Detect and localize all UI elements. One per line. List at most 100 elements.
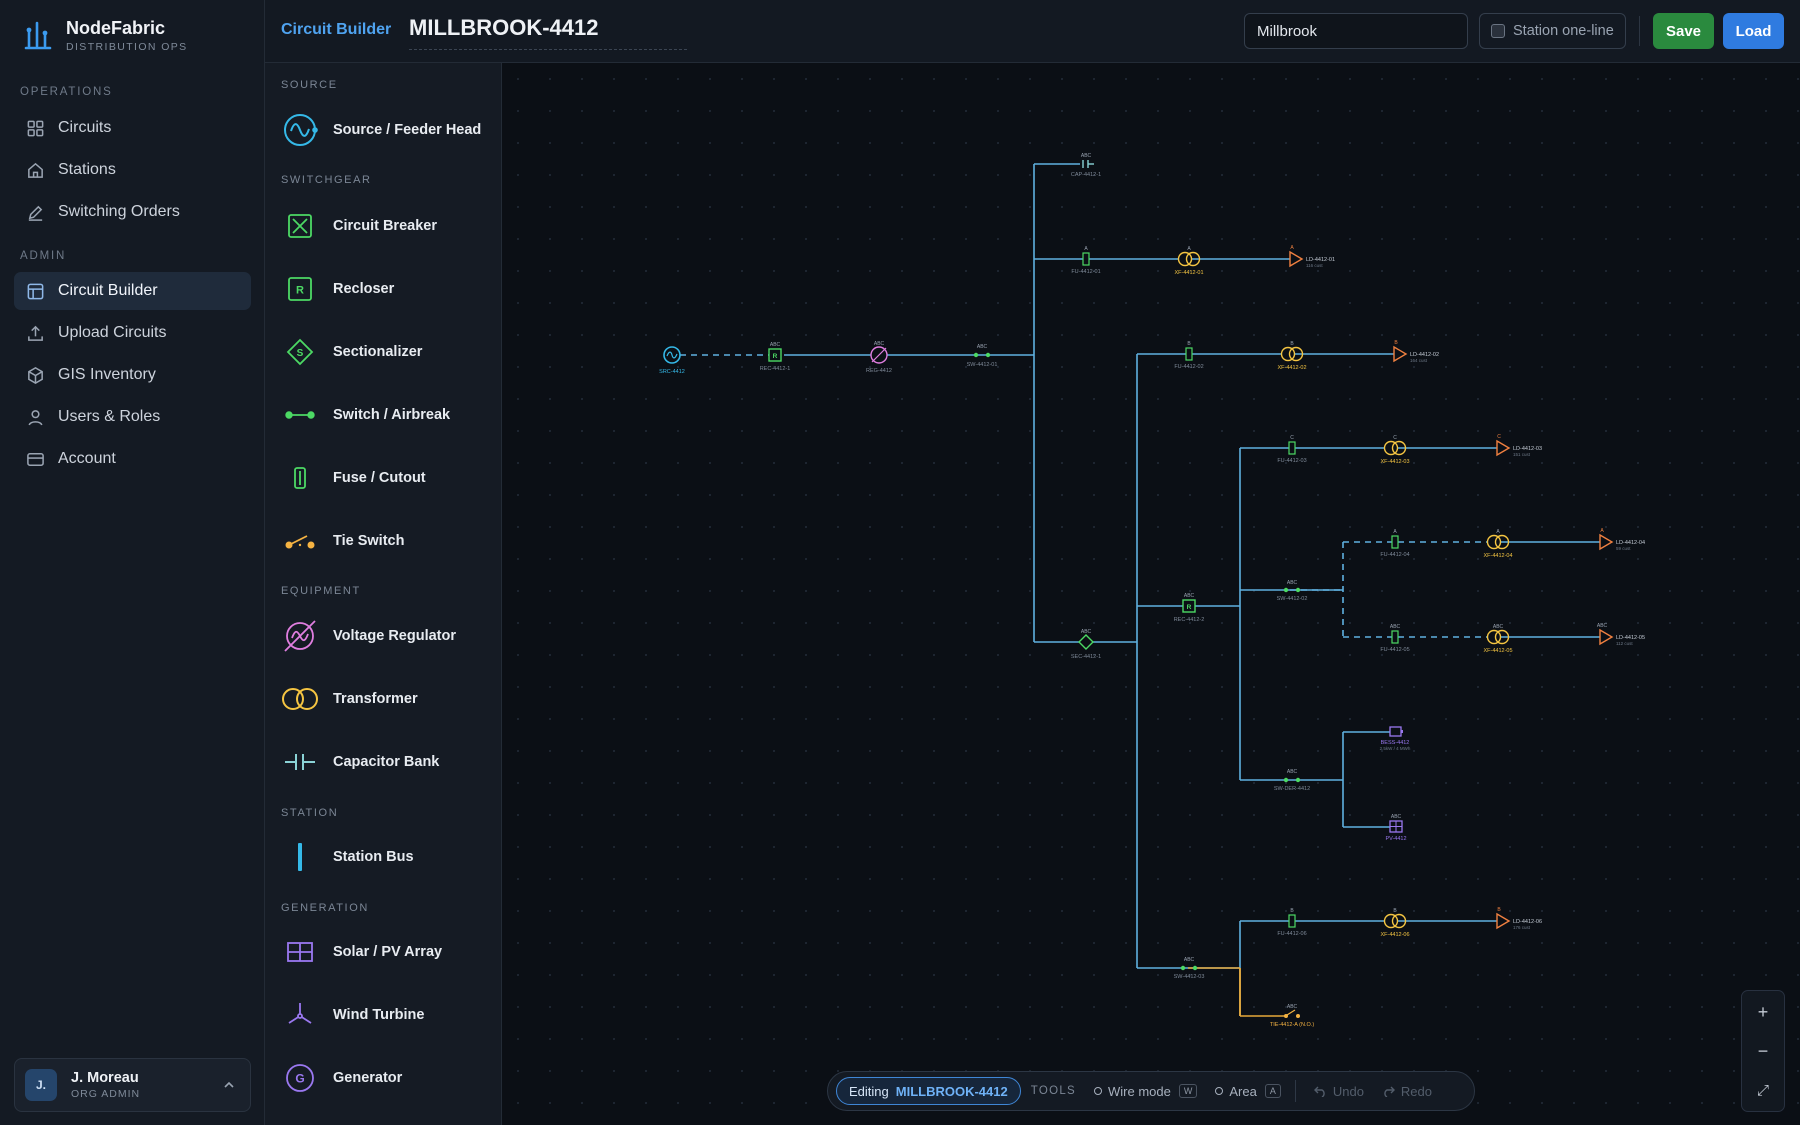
undo-label: Undo	[1332, 1083, 1364, 1099]
node-fuse-06[interactable]: B FU-4412-06	[1277, 908, 1306, 937]
node-bess[interactable]: BESS-4412 2.5kW / 4 MWh	[1380, 726, 1411, 751]
area-select-button[interactable]: Area A	[1215, 1084, 1281, 1099]
node-load-02[interactable]: B LD-4412-02 164 cust	[1393, 340, 1439, 363]
station-one-line-toggle[interactable]: Station one-line	[1479, 13, 1626, 49]
palette-item-solar-pv[interactable]: Solar / PV Array	[281, 932, 491, 972]
user-icon	[28, 409, 43, 425]
node-switch-01[interactable]: ABC SW-4412-01	[967, 344, 998, 368]
node-fuse-01[interactable]: A FU-4412-01	[1071, 246, 1100, 275]
station-one-line-checkbox[interactable]	[1491, 24, 1505, 38]
station-bus-icon	[298, 843, 302, 871]
nav-item-account[interactable]: Account	[14, 440, 251, 478]
circuit-canvas[interactable]: SRC-4412 R ABC REC-4412-1 ABC REG-4412 A…	[502, 63, 1800, 1125]
svg-text:FU-4412-05: FU-4412-05	[1380, 647, 1409, 653]
node-capacitor[interactable]: ABC CAP-4412-1	[1071, 153, 1101, 178]
node-fuse-03[interactable]: C FU-4412-03	[1277, 435, 1306, 464]
circuit-title[interactable]: MILLBROOK-4412	[409, 15, 687, 50]
svg-text:164 cust: 164 cust	[1410, 358, 1428, 363]
generator-icon: G	[286, 1064, 314, 1092]
palette-item-label: Source / Feeder Head	[333, 122, 482, 138]
node-fuse-04[interactable]: A FU-4412-04	[1380, 529, 1409, 558]
svg-text:FU-4412-04: FU-4412-04	[1380, 552, 1409, 558]
nav-item-upload-circuits[interactable]: Upload Circuits	[14, 314, 251, 352]
node-load-05[interactable]: ABC LD-4412-05 112 cust	[1597, 623, 1645, 646]
node-transformer-01[interactable]: A XF-4412-01	[1174, 246, 1203, 276]
nav-item-stations[interactable]: Stations	[14, 151, 251, 189]
node-load-04[interactable]: A LD-4412-04 59 cust	[1599, 528, 1645, 551]
svg-text:TIE-4412-A (N.O.): TIE-4412-A (N.O.)	[1270, 1022, 1314, 1028]
save-button[interactable]: Save	[1653, 13, 1714, 49]
node-switch-02[interactable]: ABC SW-4412-02	[1277, 580, 1308, 602]
node-source[interactable]: SRC-4412	[659, 346, 685, 375]
nav-item-switching-orders[interactable]: Switching Orders	[14, 193, 251, 231]
svg-text:SRC-4412: SRC-4412	[659, 369, 685, 375]
palette-item-generator[interactable]: G Generator	[281, 1058, 491, 1098]
svg-text:G: G	[295, 1072, 304, 1086]
palette-item-tie-switch[interactable]: Tie Switch	[281, 521, 491, 561]
svg-text:C: C	[1290, 435, 1294, 441]
palette-item-wind-turbine[interactable]: Wind Turbine	[281, 995, 491, 1035]
node-transformer-03[interactable]: C XF-4412-03	[1380, 435, 1409, 465]
svg-text:B: B	[1394, 340, 1398, 346]
svg-text:SW-4412-03: SW-4412-03	[1174, 974, 1205, 980]
node-transformer-02[interactable]: B XF-4412-02	[1277, 341, 1306, 371]
circuit-breaker-icon	[288, 214, 312, 238]
node-pv[interactable]: ABC PV-4412	[1385, 814, 1406, 842]
undo-button[interactable]: Undo	[1313, 1083, 1364, 1099]
node-load-01[interactable]: A LD-4412-01 116 cust	[1289, 245, 1335, 268]
svg-text:ABC: ABC	[1493, 624, 1504, 630]
zoom-in-button[interactable]: +	[1742, 993, 1784, 1031]
palette-item-fuse[interactable]: Fuse / Cutout	[281, 458, 491, 498]
load-button[interactable]: Load	[1723, 13, 1784, 49]
palette-item-circuit-breaker[interactable]: Circuit Breaker	[281, 206, 491, 246]
palette-item-station-bus[interactable]: Station Bus	[281, 837, 491, 877]
svg-text:SW-DER-4412: SW-DER-4412	[1274, 786, 1310, 792]
svg-text:XF-4412-06: XF-4412-06	[1380, 932, 1409, 938]
nav-item-gis-inventory[interactable]: GIS Inventory	[14, 356, 251, 394]
nav-item-label: Circuit Builder	[58, 282, 158, 299]
redo-button[interactable]: Redo	[1382, 1084, 1432, 1099]
node-transformer-05[interactable]: ABC XF-4412-05	[1483, 624, 1512, 654]
pencil-icon	[28, 205, 43, 221]
node-transformer-06[interactable]: B XF-4412-06	[1380, 908, 1409, 938]
nav-item-label: Switching Orders	[58, 203, 180, 220]
svg-text:PV-4412: PV-4412	[1385, 836, 1406, 842]
transformer-icon	[282, 688, 318, 710]
nav-item-circuits[interactable]: Circuits	[14, 109, 251, 147]
palette-item-switch[interactable]: Switch / Airbreak	[281, 395, 491, 435]
fit-view-button[interactable]: ⤢	[1742, 1071, 1784, 1109]
nav-item-users-roles[interactable]: Users & Roles	[14, 398, 251, 436]
user-menu[interactable]: J. J. Moreau ORG ADMIN	[14, 1058, 251, 1112]
node-regulator[interactable]: ABC REG-4412	[866, 341, 892, 374]
editing-badge: Editing MILLBROOK-4412	[836, 1077, 1021, 1105]
svg-text:ABC: ABC	[1184, 957, 1195, 963]
radio-icon	[1094, 1087, 1102, 1095]
wire-mode-button[interactable]: Wire mode W	[1094, 1084, 1198, 1099]
svg-text:XF-4412-02: XF-4412-02	[1277, 365, 1306, 371]
one-line-diagram[interactable]: SRC-4412 R ABC REC-4412-1 ABC REG-4412 A…	[502, 63, 1800, 1125]
breadcrumb[interactable]: Circuit Builder	[281, 21, 391, 39]
svg-text:FU-4412-02: FU-4412-02	[1174, 364, 1203, 370]
card-icon	[27, 452, 44, 466]
node-fuse-02[interactable]: B FU-4412-02	[1174, 341, 1203, 370]
palette-item-voltage-regulator[interactable]: Voltage Regulator	[281, 616, 491, 656]
palette-item-source[interactable]: Source / Feeder Head	[281, 110, 491, 150]
nav-item-label: Users & Roles	[58, 408, 161, 425]
svg-text:FU-4412-01: FU-4412-01	[1071, 269, 1100, 275]
svg-text:B: B	[1393, 908, 1397, 914]
node-load-06[interactable]: B LD-4412-06 176 cust	[1496, 907, 1542, 930]
node-load-03[interactable]: C LD-4412-03 151 cust	[1496, 434, 1542, 457]
palette-item-recloser[interactable]: R Recloser	[281, 269, 491, 309]
palette-item-capacitor-bank[interactable]: Capacitor Bank	[281, 742, 491, 782]
node-recloser-2[interactable]: R ABC REC-4412-2	[1174, 593, 1205, 623]
node-sectionalizer[interactable]: ABC SEC-4412-1	[1071, 629, 1101, 660]
nav-item-circuit-builder[interactable]: Circuit Builder	[14, 272, 251, 310]
node-transformer-04[interactable]: A XF-4412-04	[1483, 529, 1512, 559]
zoom-out-button[interactable]: −	[1742, 1032, 1784, 1070]
palette-item-transformer[interactable]: Transformer	[281, 679, 491, 719]
svg-text:ABC: ABC	[1287, 580, 1298, 586]
palette-item-sectionalizer[interactable]: S Sectionalizer	[281, 332, 491, 372]
node-fuse-05[interactable]: ABC FU-4412-05	[1380, 624, 1409, 653]
circuit-search-input[interactable]	[1244, 13, 1468, 49]
node-recloser-1[interactable]: R ABC REC-4412-1	[760, 342, 791, 372]
